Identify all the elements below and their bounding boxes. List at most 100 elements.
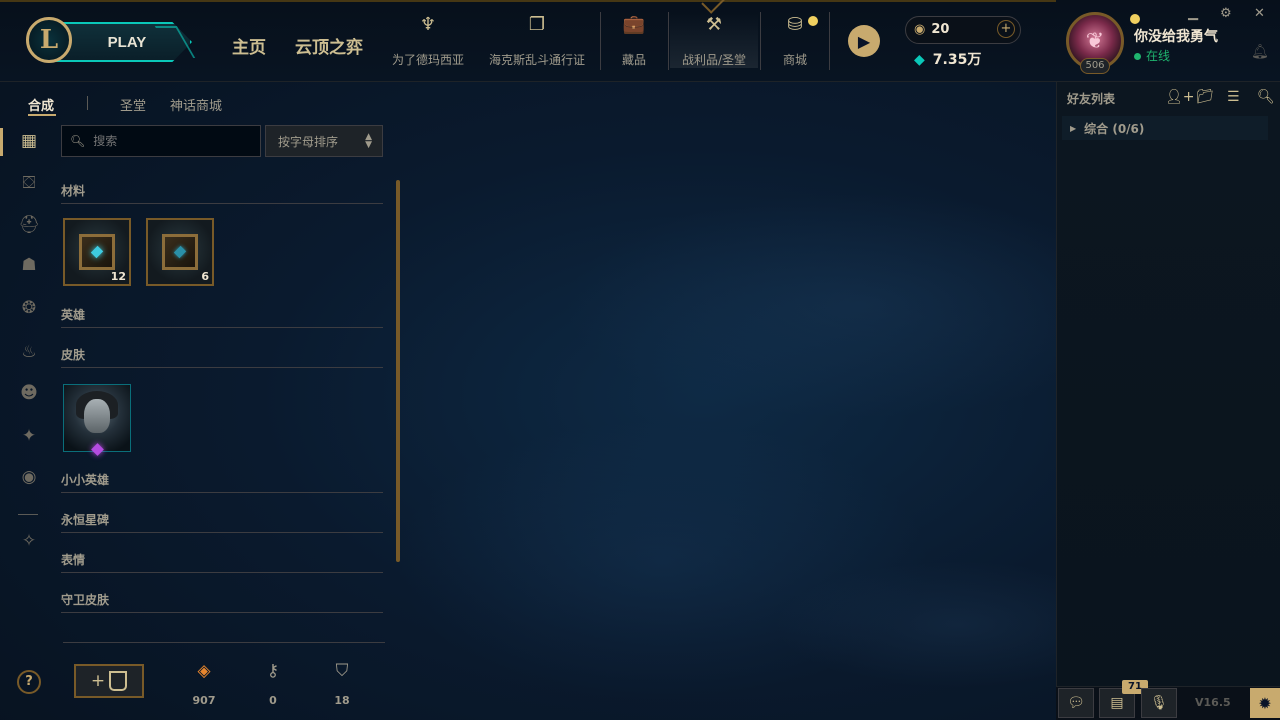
key-counter: ⚷ 0	[253, 660, 293, 707]
craft-chest-button[interactable]: +	[74, 664, 144, 698]
skin-portrait-face	[84, 399, 110, 433]
loot-scrollbar[interactable]	[396, 180, 400, 562]
item-count: 6	[201, 270, 209, 283]
chest-filter-icon[interactable]: ⛋	[14, 168, 44, 198]
client-version: V16.5	[1195, 696, 1231, 709]
all-items-grid-icon[interactable]: ▦	[14, 126, 44, 156]
hextech-chest-item[interactable]: 12	[63, 218, 131, 286]
league-logo-icon[interactable]: L	[26, 17, 72, 63]
category-eternals[interactable]: 永恒星碑	[61, 511, 383, 533]
caret-right-icon: ▶	[1070, 123, 1077, 133]
nav-label: 商城	[782, 53, 807, 67]
category-ward-skins[interactable]: 守卫皮肤	[61, 591, 383, 613]
nav-label: 为了德玛西亚	[391, 53, 464, 67]
emote-face-icon[interactable]: ☻	[14, 378, 44, 408]
little-legend-icon[interactable]: ❂	[14, 293, 44, 323]
blue-essence-balance: ◆ 7.35万	[914, 52, 982, 68]
nav-divider	[668, 12, 669, 70]
hextech-chest-icon	[79, 234, 115, 270]
category-little-legends[interactable]: 小小英雄	[61, 471, 383, 493]
rp-coin-icon: ◉	[914, 22, 926, 37]
champion-helmet-icon[interactable]: ⛑	[14, 210, 44, 240]
notification-dot	[1130, 14, 1140, 24]
rp-balance: ◉ 20	[914, 22, 950, 37]
add-friend-icon[interactable]: 👤︎+	[1165, 89, 1195, 105]
skin-shard-item[interactable]	[63, 384, 131, 456]
coins-icon: ⛁	[787, 14, 803, 35]
sort-selected-label: 按字母排序	[278, 134, 339, 149]
buy-rp-button[interactable]: +	[997, 20, 1015, 38]
tab-underline	[28, 114, 56, 116]
nav-divider	[760, 12, 761, 70]
search-input[interactable]	[93, 134, 254, 148]
group-label: 综合 (0/6)	[1084, 121, 1145, 136]
category-emotes[interactable]: 表情	[61, 551, 383, 573]
loot-icon: ⚒	[705, 14, 723, 35]
resource-value: 0	[269, 694, 277, 707]
online-dot-icon	[1134, 53, 1141, 60]
blue-essence-icon: ◆	[914, 52, 925, 68]
resource-value: 18	[334, 694, 350, 707]
tab-crafting[interactable]: 合成	[28, 95, 54, 114]
category-skins[interactable]: 皮肤	[61, 346, 383, 368]
item-count: 12	[110, 270, 126, 283]
list-view-icon[interactable]: ☰	[1227, 89, 1240, 105]
tab-mythic-shop[interactable]: 神话商城	[170, 95, 222, 114]
store-notification-dot	[808, 16, 818, 26]
nav-label: 藏品	[621, 53, 646, 67]
ward-skin-icon[interactable]: ✦	[14, 421, 44, 451]
minimize-icon[interactable]: ▁	[1188, 6, 1198, 21]
rarity-gem-icon	[91, 443, 104, 456]
orange-essence-counter: ◈ 907	[184, 660, 224, 707]
chest-icon: ⛉	[335, 661, 349, 681]
add-folder-icon[interactable]: 📁︎	[1196, 89, 1214, 105]
social-panel	[1056, 82, 1280, 720]
other-loot-icon[interactable]: ✧	[14, 526, 44, 556]
settings-gear-icon[interactable]: ⚙	[1220, 6, 1232, 21]
summoner-icon-filter-icon[interactable]: ◉	[14, 462, 44, 492]
category-champions[interactable]: 英雄	[61, 306, 383, 328]
nav-tft[interactable]: 云顶之弈	[295, 33, 363, 58]
search-icon: 🔍︎	[70, 134, 86, 148]
search-field[interactable]: 🔍︎	[61, 125, 261, 157]
resource-value: 907	[192, 694, 216, 707]
updown-chevron-icon: ▲ ▼	[365, 132, 372, 150]
nav-loot[interactable]: ⚒ 战利品/圣堂	[670, 14, 758, 68]
orange-essence-icon: ◈	[197, 661, 211, 681]
chest-counter: ⛉ 18	[322, 660, 362, 707]
bug-report-icon[interactable]: ✹	[1250, 688, 1280, 718]
close-icon[interactable]: ✕	[1254, 6, 1265, 21]
key-icon: ⚷	[266, 661, 280, 681]
tab-sanctum[interactable]: 圣堂	[120, 95, 146, 114]
nav-arena-pass[interactable]: ❐ 海克斯乱斗通行证	[486, 14, 588, 68]
sort-dropdown[interactable]: 按字母排序 ▲ ▼	[265, 125, 383, 157]
friend-group-general[interactable]: ▶ 综合 (0/6)	[1062, 116, 1268, 140]
masterwork-chest-item[interactable]: 6	[146, 218, 214, 286]
level-badge: 506	[1080, 58, 1110, 74]
background-art	[400, 82, 1056, 720]
category-materials[interactable]: 材料	[61, 182, 383, 204]
rail-selection-bar	[0, 128, 3, 156]
help-icon[interactable]: ?	[17, 670, 41, 694]
nav-collection[interactable]: 💼 藏品	[612, 14, 656, 68]
riot-points-store-icon[interactable]: ▶	[848, 25, 880, 57]
nav-home[interactable]: 主页	[232, 33, 266, 58]
nav-demacia[interactable]: ♆ 为了德玛西亚	[390, 14, 466, 68]
rail-divider	[18, 514, 38, 515]
bell-icon[interactable]: 🔔︎	[1251, 44, 1269, 60]
nav-label: 战利品/圣堂	[681, 53, 747, 67]
nav-divider	[600, 12, 601, 70]
bottom-divider	[63, 642, 385, 643]
skin-mask-icon[interactable]: ☗	[14, 250, 44, 280]
online-status[interactable]: 在线	[1134, 47, 1170, 64]
tab-divider	[87, 96, 88, 110]
chest-outline-icon	[109, 671, 128, 691]
cards-icon: ❐	[528, 14, 546, 35]
summoner-name[interactable]: 你没给我勇气	[1134, 26, 1218, 46]
eternals-flame-icon[interactable]: ♨	[14, 337, 44, 367]
trident-icon: ♆	[419, 14, 437, 35]
briefcase-icon: 💼	[622, 14, 646, 35]
chat-icon[interactable]: 💬︎	[1058, 688, 1094, 718]
microphone-icon[interactable]: 🎙︎	[1141, 688, 1177, 718]
friend-search-icon[interactable]: 🔍︎	[1257, 89, 1275, 105]
